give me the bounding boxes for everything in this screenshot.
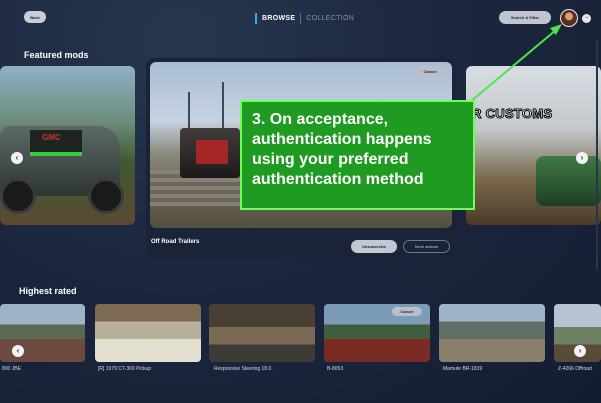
cancel-badge[interactable]: Cancel [414,66,446,77]
featured-next-button[interactable]: › [576,152,588,164]
featured-prev-button[interactable]: ‹ [11,152,23,164]
highest-rated-heading: Highest rated [19,286,77,296]
featured-mods-heading: Featured mods [24,50,89,60]
mod-thumbnail[interactable] [439,304,545,362]
more-actions-button[interactable]: More actions [403,240,450,253]
highest-rated-prev-button[interactable]: ‹ [12,345,24,357]
annotation-callout: 3. On acceptance, authentication happens… [240,100,475,210]
mod-thumbnail[interactable] [95,304,201,362]
tab-collection[interactable]: COLLECTION [306,15,354,22]
mod-thumbnail[interactable] [209,304,315,362]
mod-title: 800 JBE [2,366,21,372]
back-button[interactable]: Back [24,11,46,23]
truck-image [536,156,601,206]
active-tab-indicator [255,12,257,24]
scrollbar[interactable] [596,40,598,270]
search-filter-button[interactable]: Search & Filter [499,11,551,24]
highest-rated-next-button[interactable]: › [574,345,586,357]
cancel-badge[interactable]: Cancel [392,307,422,316]
featured-card-left[interactable]: GMC [0,66,135,225]
nav-tabs: BROWSE COLLECTION [255,12,354,24]
mod-title: Responsive Steering 18.0 [214,366,272,372]
featured-mod-title: Off Road Trailers [151,239,200,245]
featured-card-right[interactable]: R CUSTOMS [466,66,601,225]
wheel [0,178,36,214]
mod-title: B-8053 [327,366,344,372]
avatar[interactable] [560,9,578,27]
tab-divider [300,12,302,24]
semi-truck-cab [196,140,228,164]
unsubscribe-button[interactable]: Unsubscribe [351,240,397,253]
gmc-logo: GMC [42,133,61,142]
wheel [88,178,124,214]
mod-title: Mamute BR-1819 [443,366,483,372]
customs-logo: R CUSTOMS [471,106,553,122]
mod-title: Z-4266 Offroad [558,366,592,372]
menu-icon[interactable]: − [582,14,591,23]
mod-title: [R] 1979 CT-300 Pickup [98,366,152,372]
tab-browse[interactable]: BROWSE [262,15,295,22]
mod-thumbnail[interactable]: Cancel [324,304,430,362]
